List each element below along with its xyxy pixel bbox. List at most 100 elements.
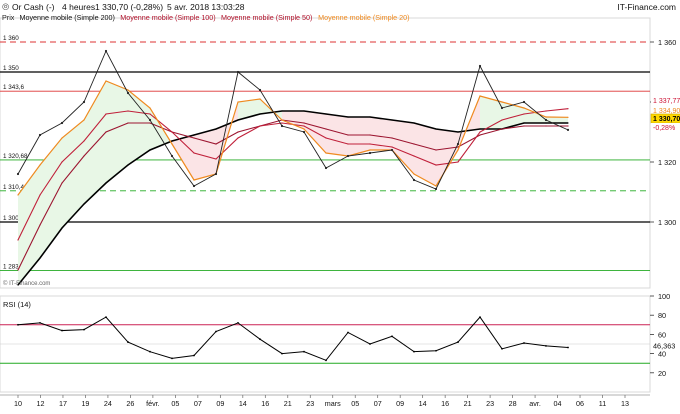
series-point-3 <box>325 128 327 130</box>
series-point-0 <box>236 70 240 74</box>
level-label: 1 360 <box>3 35 19 42</box>
x-tick-label: 10 <box>14 399 22 408</box>
series-point-1 <box>545 116 547 118</box>
rsi-point <box>149 350 151 353</box>
series-point-0 <box>368 151 372 155</box>
series-point-4 <box>457 131 459 133</box>
series-point-3 <box>39 224 41 226</box>
series-point-0 <box>280 124 284 128</box>
series-point-1 <box>39 164 41 166</box>
series-point-1 <box>237 101 239 103</box>
copyright: © IT-Finance.com <box>3 280 50 287</box>
series-point-1 <box>457 149 459 151</box>
series-point-1 <box>303 128 305 130</box>
series-point-0 <box>390 148 394 152</box>
series-point-3 <box>105 131 107 133</box>
rsi-tick-label: 60 <box>658 330 666 339</box>
series-point-1 <box>369 149 371 151</box>
series-point-0 <box>104 49 108 53</box>
series-point-0 <box>258 88 262 92</box>
series-point-4 <box>215 128 217 130</box>
series-point-1 <box>281 119 283 121</box>
series-point-3 <box>391 137 393 139</box>
series-point-4 <box>259 113 261 115</box>
legend-item: Moyenne mobile (Simple 100) <box>120 13 215 22</box>
series-point-2 <box>281 122 283 124</box>
series-point-4 <box>369 116 371 118</box>
x-tick-label: 07 <box>194 399 202 408</box>
series-point-2 <box>127 110 129 112</box>
chart-header-icon: ⦾ <box>2 2 9 12</box>
x-tick-label: 16 <box>261 399 269 408</box>
x-tick-label: 09 <box>396 399 404 408</box>
price-tag-label: 1 330,70 <box>653 116 680 123</box>
x-tick-label: 13 <box>621 399 629 408</box>
x-tick-label: 16 <box>441 399 449 408</box>
series-point-4 <box>347 116 349 118</box>
series-point-1 <box>435 185 437 187</box>
level-label: 1 343,6 <box>3 84 25 91</box>
series-point-2 <box>325 137 327 139</box>
series-point-2 <box>413 155 415 157</box>
series-point-0 <box>82 100 86 104</box>
series-point-2 <box>193 152 195 154</box>
series-point-0 <box>478 64 482 68</box>
series-point-1 <box>479 95 481 97</box>
series-point-4 <box>237 119 239 121</box>
series-point-0 <box>324 166 328 170</box>
rsi-point <box>325 359 327 362</box>
series-point-4 <box>435 128 437 130</box>
x-tick-label: 17 <box>59 399 67 408</box>
rsi-point <box>347 331 349 334</box>
series-point-2 <box>149 113 151 115</box>
rsi-point <box>193 354 195 357</box>
series-point-1 <box>567 116 569 118</box>
series-point-2 <box>259 125 261 127</box>
series-point-4 <box>149 149 151 151</box>
series-point-0 <box>544 118 548 122</box>
series-point-3 <box>369 134 371 136</box>
series-point-0 <box>346 154 350 158</box>
series-point-0 <box>412 178 416 182</box>
series-point-2 <box>83 140 85 142</box>
series-point-4 <box>545 122 547 124</box>
series-point-0 <box>16 172 20 176</box>
rsi-title: RSI (14) <box>3 300 31 309</box>
series-point-2 <box>171 131 173 133</box>
series-point-2 <box>501 119 503 121</box>
price-tick-label: 1 320 <box>658 158 676 167</box>
series-point-4 <box>83 203 85 205</box>
price-tags: 1 337,771 334,901 330,70-0,28% <box>650 96 680 132</box>
rsi-point <box>457 341 459 343</box>
x-tick-label: 07 <box>374 399 382 408</box>
legend-item: Moyenne mobile (Simple 50) <box>221 13 312 22</box>
series-point-3 <box>83 155 85 157</box>
level-label: 1 320,68 <box>3 153 28 160</box>
series-point-0 <box>214 172 218 176</box>
series-point-3 <box>523 125 525 127</box>
x-tick-label: 23 <box>486 399 494 408</box>
series-point-3 <box>237 131 239 133</box>
rsi-point <box>501 347 503 350</box>
rsi-point <box>259 338 261 341</box>
x-tick-label: 23 <box>306 399 314 408</box>
series-point-0 <box>60 121 64 125</box>
x-tick-label: 05 <box>351 399 359 408</box>
rsi-point <box>281 352 283 355</box>
series-point-1 <box>413 173 415 175</box>
series-point-2 <box>545 110 547 112</box>
series-point-4 <box>105 182 107 184</box>
series-point-4 <box>325 113 327 115</box>
series-point-2 <box>303 125 305 127</box>
rsi-point <box>413 350 415 353</box>
rsi-point <box>523 342 525 344</box>
series-point-4 <box>567 122 569 124</box>
series-point-3 <box>17 269 19 271</box>
price-tag-label: -0,28% <box>653 125 675 132</box>
area-fill-segment <box>326 114 348 156</box>
series-point-3 <box>127 122 129 124</box>
series-point-1 <box>501 101 503 103</box>
series-point-4 <box>193 134 195 136</box>
x-tick-label: 21 <box>284 399 292 408</box>
series-point-2 <box>523 113 525 115</box>
